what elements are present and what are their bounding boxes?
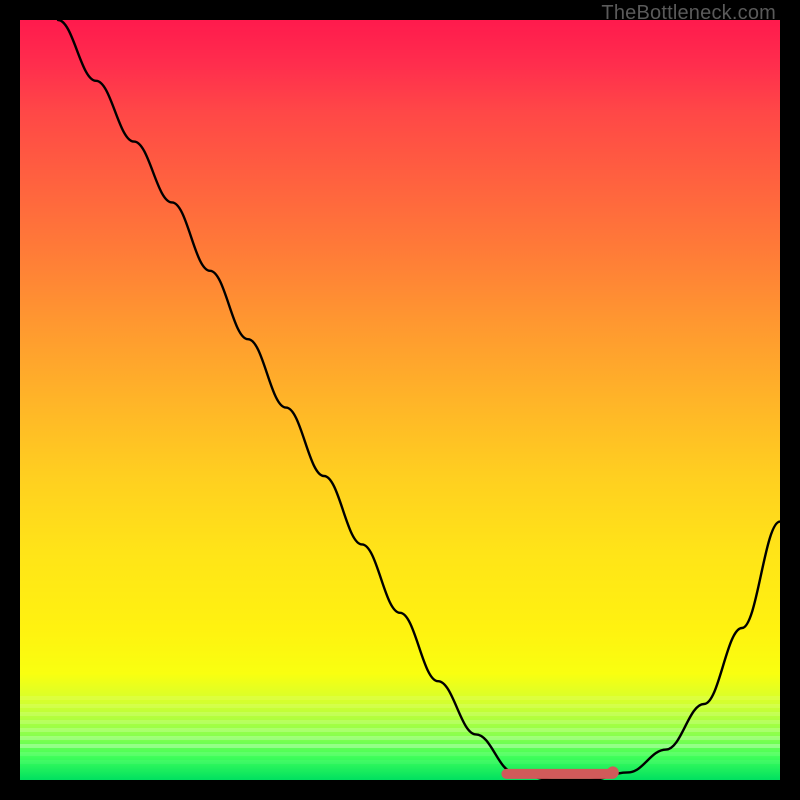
optimal-point-marker — [607, 766, 619, 778]
chart-frame: TheBottleneck.com — [0, 0, 800, 800]
chart-svg — [20, 20, 780, 780]
bottleneck-curve — [58, 20, 780, 780]
plot-area — [20, 20, 780, 780]
green-band-stripes — [20, 696, 780, 764]
watermark-text: TheBottleneck.com — [601, 2, 776, 25]
